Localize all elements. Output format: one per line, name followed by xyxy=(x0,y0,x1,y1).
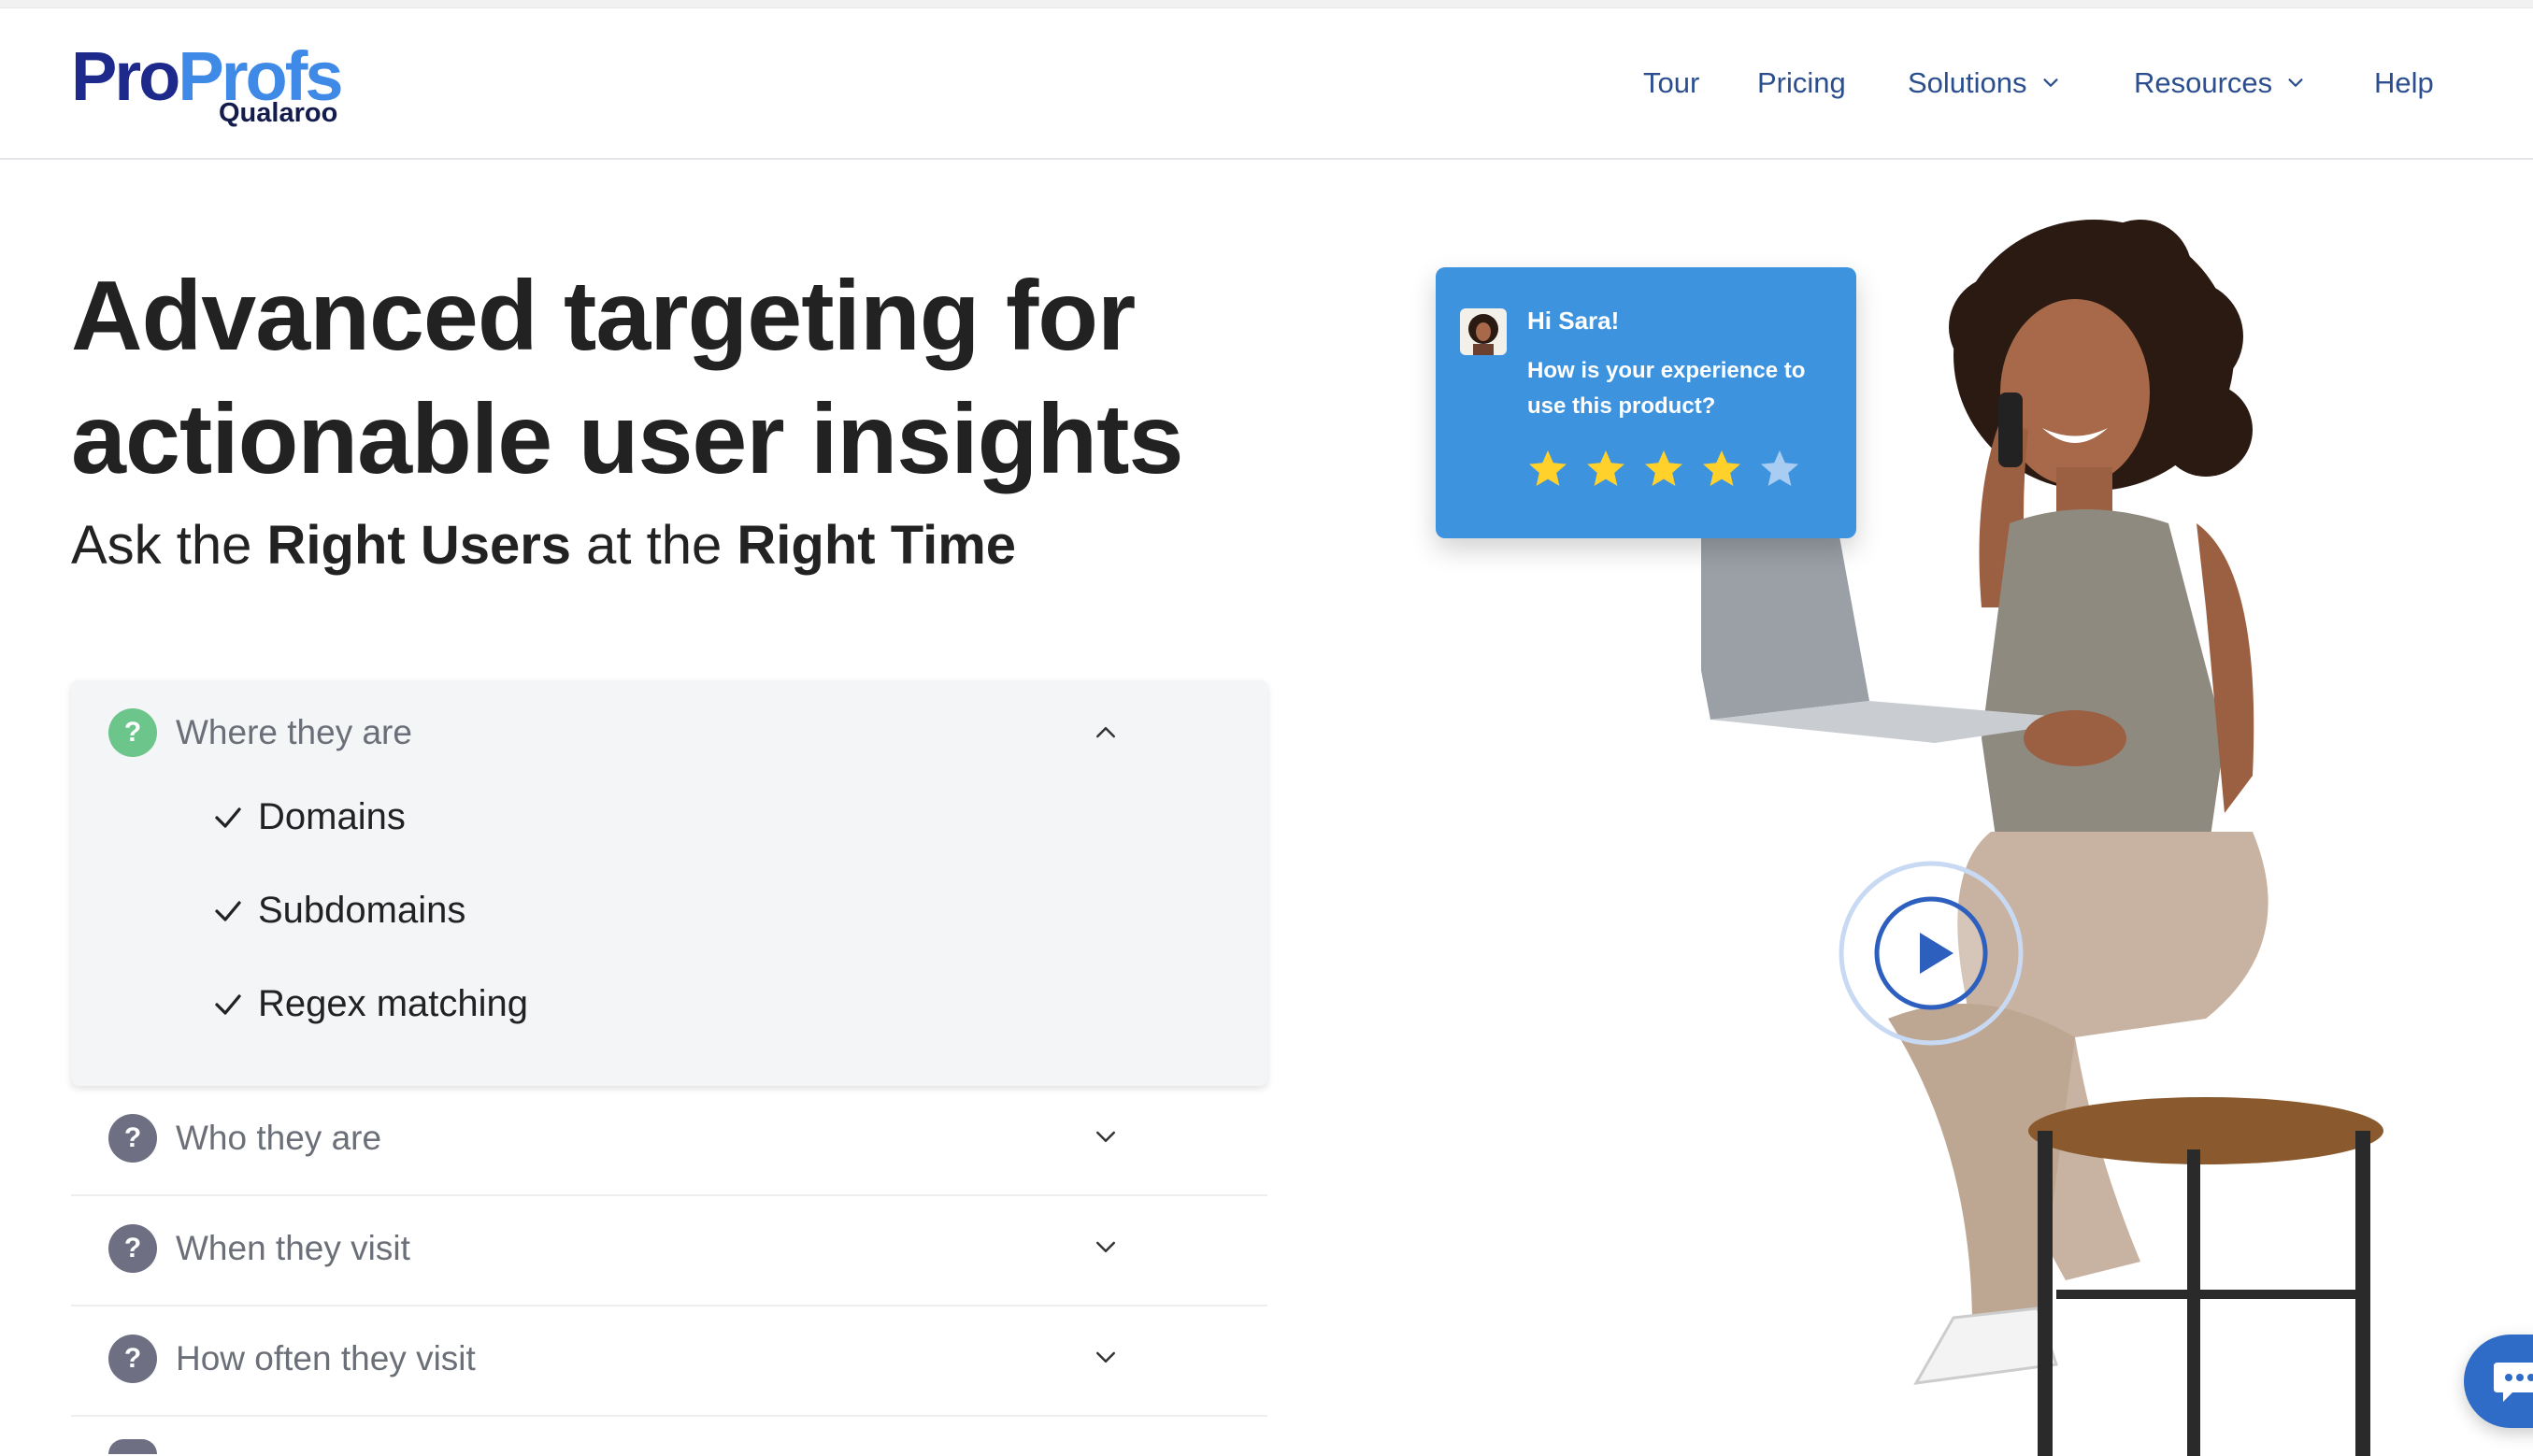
page-title: Advanced targeting for actionable user i… xyxy=(71,254,1286,501)
accordion-label-how-often: How often they visit xyxy=(176,1339,476,1377)
title-line-1: Advanced targeting for xyxy=(71,261,1136,371)
chevron-down-icon[interactable] xyxy=(1092,1234,1120,1262)
accordion-item-who[interactable]: ? Who they are xyxy=(71,1086,1267,1196)
subtitle-bold-right-users: Right Users xyxy=(266,515,572,576)
accordion-header-when: ? When they visit xyxy=(108,1224,1230,1273)
site-header: ProProfs Qualaroo Tour Pricing Solutions… xyxy=(0,8,2533,160)
question-circle-icon: ? xyxy=(108,708,157,757)
question-circle-icon xyxy=(108,1439,157,1454)
question-circle-icon: ? xyxy=(108,1224,157,1273)
proprofs-qualaroo-logo[interactable]: ProProfs Qualaroo xyxy=(71,35,351,137)
logo-pro: Pro xyxy=(71,37,180,115)
chevron-down-icon xyxy=(2042,79,2058,87)
accordion-item-how-often[interactable]: ? How often they visit xyxy=(71,1306,1267,1417)
check-label: Regex matching xyxy=(258,983,529,1024)
accordion-item-partial[interactable] xyxy=(71,1417,1267,1454)
survey-popup-card: Hi Sara! How is your experience to use t… xyxy=(1436,267,1856,538)
avatar xyxy=(1460,308,1507,355)
accordion-label-who: Who they are xyxy=(176,1119,382,1157)
title-line-2: actionable user insights xyxy=(71,384,1183,494)
check-item-subdomains: Subdomains xyxy=(211,890,465,932)
accordion-header-who: ? Who they are xyxy=(108,1114,1230,1163)
question-circle-icon: ? xyxy=(108,1335,157,1383)
survey-question: How is your experience to use this produ… xyxy=(1527,358,1806,419)
check-label: Subdomains xyxy=(258,890,466,931)
logo-product-name: Qualaroo xyxy=(219,98,338,128)
check-label: Domains xyxy=(258,796,406,837)
live-chat-button[interactable] xyxy=(2464,1335,2533,1428)
survey-greeting: Hi Sara! xyxy=(1527,307,1620,335)
nav-pricing[interactable]: Pricing xyxy=(1757,66,1846,100)
star-filled-icon[interactable] xyxy=(1699,447,1744,492)
checkmark-icon xyxy=(215,807,241,828)
nav-tour-label: Tour xyxy=(1643,66,1700,99)
subtitle-prefix: Ask the xyxy=(71,515,267,576)
accordion-label-when: When they visit xyxy=(176,1229,410,1267)
nav-pricing-label: Pricing xyxy=(1757,66,1846,99)
check-item-domains: Domains xyxy=(211,796,406,838)
chat-bubble-icon xyxy=(2494,1363,2533,1402)
star-empty-icon[interactable] xyxy=(1757,447,1802,492)
checkmark-icon xyxy=(215,993,241,1015)
subtitle-bold-right-time: Right Time xyxy=(737,515,1017,576)
avatar-portrait-icon xyxy=(1468,314,1498,355)
chevron-up-icon[interactable] xyxy=(1092,718,1120,746)
accordion-label-where: Where they are xyxy=(176,713,412,751)
targeting-accordion: ? Where they are Domains Subdomains Rege… xyxy=(71,680,1267,1454)
nav-tour[interactable]: Tour xyxy=(1643,66,1699,100)
star-filled-icon[interactable] xyxy=(1583,447,1628,492)
nav-help-label: Help xyxy=(2374,66,2434,99)
question-circle-icon: ? xyxy=(108,1114,157,1163)
nav-resources-label: Resources xyxy=(2134,66,2273,99)
accordion-item-where: ? Where they are Domains Subdomains Rege… xyxy=(71,680,1267,1086)
browser-top-edge xyxy=(0,0,2533,8)
star-filled-icon[interactable] xyxy=(1525,447,1570,492)
chevron-down-icon[interactable] xyxy=(1092,1344,1120,1372)
accordion-header-where[interactable]: ? Where they are xyxy=(108,708,1230,757)
check-item-regex: Regex matching xyxy=(211,983,528,1025)
star-filled-icon[interactable] xyxy=(1641,447,1686,492)
nav-help[interactable]: Help xyxy=(2374,66,2434,100)
chevron-down-icon[interactable] xyxy=(1092,1123,1120,1151)
subtitle-mid: at the xyxy=(571,515,737,576)
accordion-header-how-often: ? How often they visit xyxy=(108,1335,1230,1383)
nav-solutions[interactable]: Solutions xyxy=(1908,66,2061,100)
checkmark-icon xyxy=(215,900,241,921)
accordion-item-when[interactable]: ? When they visit xyxy=(71,1196,1267,1306)
nav-solutions-label: Solutions xyxy=(1908,66,2027,99)
page-subtitle: Ask the Right Users at the Right Time xyxy=(71,514,1016,577)
nav-resources[interactable]: Resources xyxy=(2134,66,2306,100)
video-play-button[interactable] xyxy=(1838,860,2025,1047)
chevron-down-icon xyxy=(2288,79,2303,87)
star-rating[interactable] xyxy=(1525,447,1802,492)
